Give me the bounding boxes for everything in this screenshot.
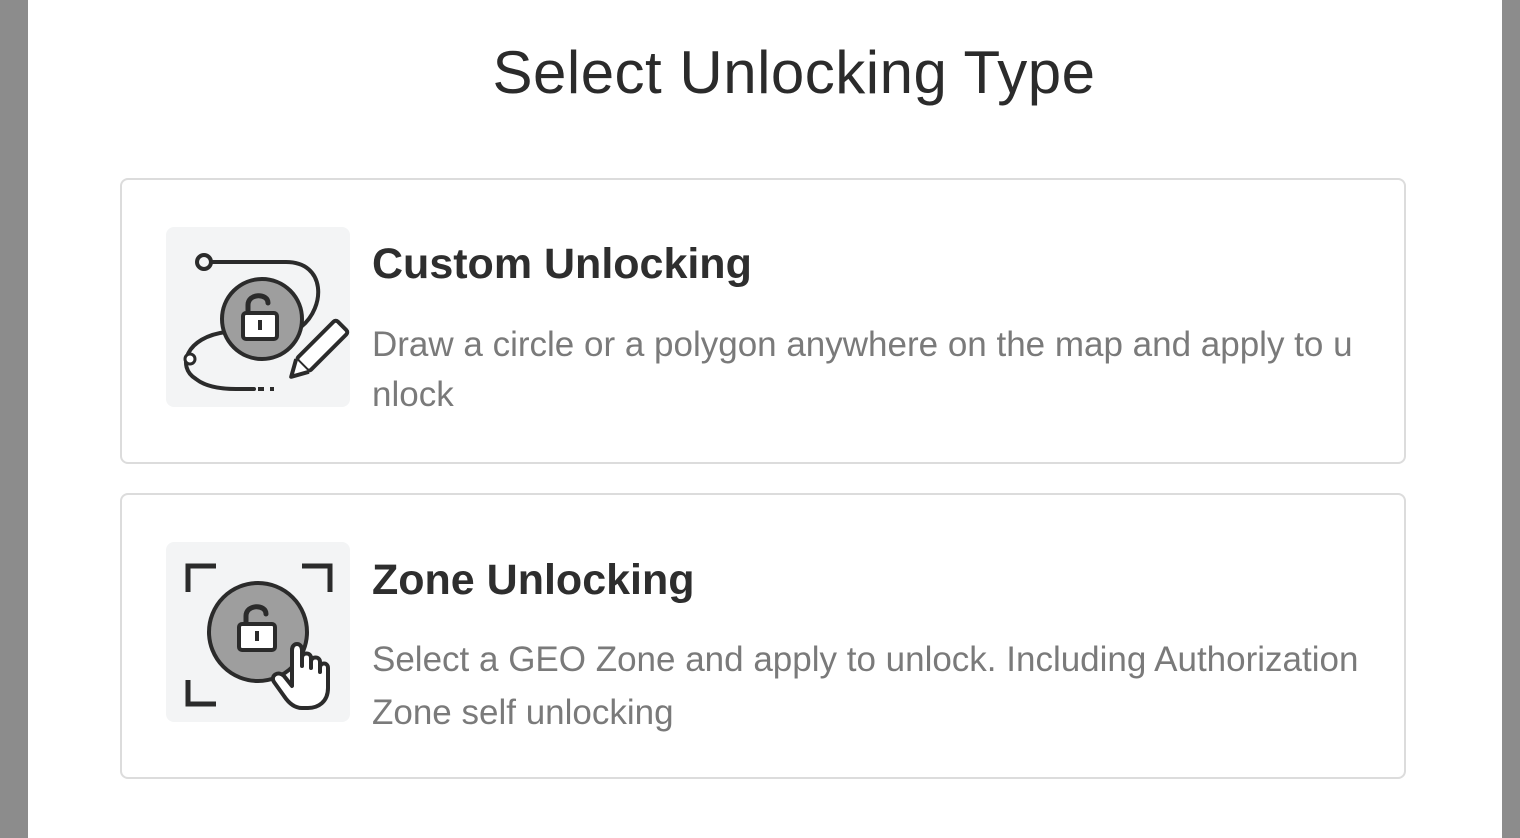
unlocking-type-dialog: Select Unlocking Type Custom Unlocking D… xyxy=(28,0,1502,838)
custom-draw-lock-icon xyxy=(166,227,350,407)
custom-unlocking-description: Draw a circle or a polygon anywhere on t… xyxy=(372,325,1353,414)
custom-unlocking-option[interactable]: Custom Unlocking Draw a circle or a poly… xyxy=(120,178,1406,464)
zone-unlocking-option[interactable]: Zone Unlocking Select a GEO Zone and app… xyxy=(120,493,1406,779)
zone-select-lock-icon xyxy=(166,542,350,722)
zone-unlocking-title: Zone Unlocking xyxy=(372,556,695,604)
dialog-title: Select Unlocking Type xyxy=(492,39,1096,106)
custom-unlocking-title: Custom Unlocking xyxy=(372,240,752,288)
zone-unlocking-description: Select a GEO Zone and apply to unlock. I… xyxy=(372,640,1359,732)
backdrop-right-edge xyxy=(1502,0,1520,838)
